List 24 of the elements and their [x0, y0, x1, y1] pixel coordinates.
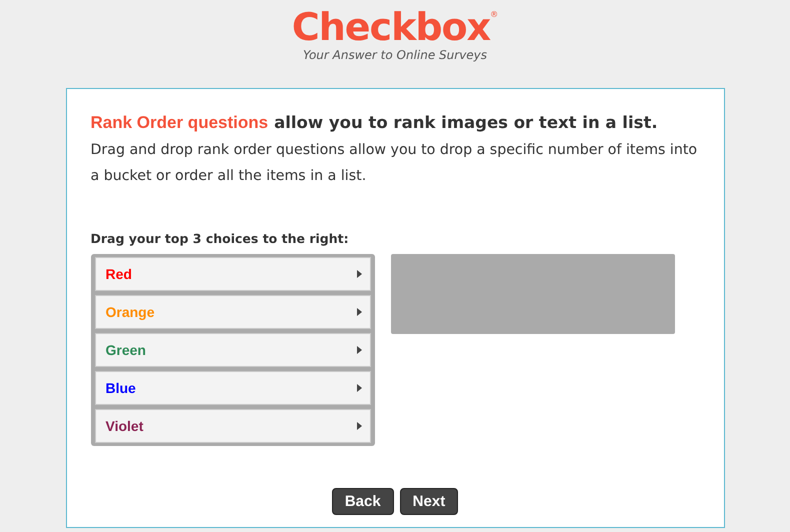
- caret-icon: [356, 308, 362, 316]
- choice-label: Blue: [106, 380, 136, 396]
- choice-item[interactable]: Violet: [94, 409, 370, 443]
- choice-item[interactable]: Blue: [94, 371, 370, 405]
- logo-wordmark: Checkbox: [292, 6, 490, 48]
- tagline: Your Answer to Online Surveys: [302, 48, 488, 62]
- caret-icon: [356, 422, 362, 430]
- drop-bucket[interactable]: [390, 254, 674, 334]
- registered-mark: ®: [490, 10, 498, 19]
- instruction-label: Drag your top 3 choices to the right:: [90, 231, 350, 246]
- choice-label: Violet: [106, 418, 144, 434]
- question-description: Drag and drop rank order questions allow you to drop a specific number of items into a bucket or order all the items in a list.: [90, 141, 698, 186]
- choice-label: Green: [106, 342, 146, 358]
- question-title: allow you to rank images or text in a list.: [274, 113, 658, 133]
- caret-icon: [356, 346, 362, 354]
- caret-icon: [356, 270, 362, 278]
- question-title-highlight: Rank Order questions: [90, 113, 268, 133]
- choice-label: Red: [106, 266, 132, 282]
- choice-item[interactable]: Green: [94, 333, 370, 367]
- choice-item[interactable]: Red: [94, 257, 370, 291]
- choice-label: Orange: [106, 304, 155, 320]
- caret-icon: [356, 384, 362, 392]
- nav-button[interactable]: Next: [400, 488, 458, 515]
- nav-button[interactable]: Back: [332, 488, 394, 515]
